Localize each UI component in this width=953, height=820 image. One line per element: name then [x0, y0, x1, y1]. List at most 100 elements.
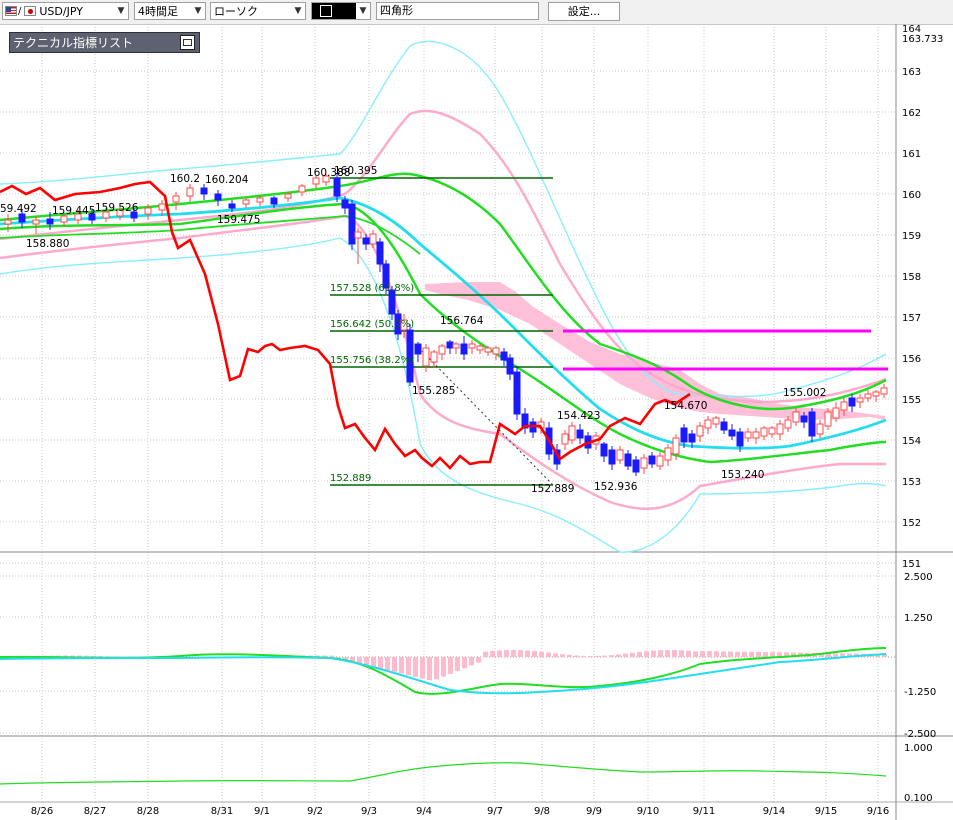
chevron-down-icon[interactable]: ▼	[114, 3, 128, 19]
date-axis: 8/26 8/27 8/28 8/31 9/1 9/2 9/3 9/4 9/7 9/8 9/9 9/1…	[31, 806, 889, 817]
bollinger-upper-outer	[0, 40, 887, 398]
candle-body	[680, 427, 688, 443]
candle-body	[768, 427, 776, 435]
candle-body	[736, 431, 744, 447]
fibonacci-label: 155.756 (38.2%)	[330, 355, 414, 366]
candle-body	[460, 343, 468, 355]
price-annotation: 156.764	[440, 315, 484, 327]
macd-bar	[707, 651, 712, 657]
candle-body	[341, 199, 349, 209]
timeframe-select[interactable]: 4時間足 ▼	[134, 2, 206, 20]
macd-bar	[616, 654, 621, 657]
candle-body	[242, 199, 250, 205]
candle-body	[376, 241, 384, 265]
candle-body	[46, 218, 54, 225]
candle-body	[18, 213, 26, 223]
macd-bar	[532, 651, 537, 657]
macd-bar	[658, 650, 663, 657]
candle-body	[568, 425, 576, 441]
price-annotation: 152.936	[594, 481, 638, 493]
date-tick-label: 9/16	[867, 806, 889, 817]
macd-bar	[735, 651, 740, 657]
candle-body	[624, 453, 632, 467]
candle-body	[468, 343, 476, 349]
timeframe-value: 4時間足	[138, 5, 178, 18]
price-chart[interactable]: 164163.733163162161160159158157156155154…	[0, 24, 953, 820]
macd-bar	[504, 650, 509, 657]
macd-bar	[651, 650, 656, 657]
fibonacci-label: 157.528 (61.8%)	[330, 283, 414, 294]
drawing-shape-field[interactable]: 四角形	[376, 2, 539, 20]
macd-bar	[749, 651, 754, 657]
macd-bar	[770, 652, 775, 657]
us-flag-icon	[5, 6, 17, 16]
candle-body	[872, 391, 880, 397]
candle-body	[648, 455, 656, 465]
price-tick-label: 156	[902, 354, 921, 365]
candle-body	[632, 459, 640, 473]
macd-bar	[581, 655, 586, 657]
candle-body	[616, 449, 624, 461]
macd-bar	[399, 657, 404, 674]
date-tick-label: 8/28	[137, 806, 159, 817]
price-annotation: 159.526	[95, 202, 139, 214]
candle-body	[369, 233, 377, 245]
candle-body	[760, 427, 768, 437]
macd-bar	[455, 657, 460, 671]
macd-tick-label: -2.500	[904, 729, 936, 740]
candle-body	[32, 219, 40, 225]
chevron-down-icon[interactable]: ▼	[356, 3, 370, 19]
candle-body	[816, 423, 824, 435]
macd-bar	[574, 655, 579, 657]
date-tick-label: 9/1	[254, 806, 270, 817]
chevron-down-icon[interactable]: ▼	[191, 3, 205, 19]
candle-body	[656, 455, 664, 467]
price-annotation: 152.889	[531, 483, 574, 495]
macd-bar	[469, 657, 474, 666]
collapse-toggle-icon[interactable]	[180, 35, 195, 50]
price-annotation: 159.475	[217, 214, 260, 226]
rsi-tick-label: 1.000	[904, 743, 933, 754]
candle-body	[864, 393, 872, 399]
macd-bar	[420, 657, 425, 679]
macd-bar	[665, 650, 670, 657]
macd-bar	[567, 654, 572, 657]
date-tick-label: 9/15	[815, 806, 837, 817]
candle-body	[744, 431, 752, 439]
drawing-color-select[interactable]: ▼	[311, 2, 371, 20]
macd-bar	[476, 657, 481, 663]
chart-style-select[interactable]: ローソク ▼	[210, 2, 306, 20]
macd-tick-label: 2.500	[904, 572, 933, 583]
candle-body	[492, 347, 500, 355]
price-annotation: 154.670	[664, 400, 707, 412]
price-annotation: 160.204	[205, 174, 249, 186]
macd-bar	[588, 655, 593, 657]
fibonacci-label: 152.889	[330, 473, 371, 484]
candle-body	[362, 237, 370, 245]
macd-bar	[833, 653, 838, 657]
macd-bar	[630, 652, 635, 657]
candle-body	[354, 231, 362, 239]
currency-pair-select[interactable]: / USD/JPY ▼	[2, 2, 129, 20]
candle-body	[576, 429, 584, 439]
candle-body	[672, 437, 680, 455]
date-tick-label: 9/8	[534, 806, 550, 817]
price-tick-label: 152	[902, 518, 921, 529]
chart-style-value: ローソク	[214, 5, 258, 18]
chevron-down-icon[interactable]: ▼	[291, 3, 305, 19]
macd-bar	[434, 657, 439, 680]
macd-bar	[406, 657, 411, 676]
candle-body	[158, 203, 166, 211]
settings-button[interactable]: 設定...	[548, 2, 620, 21]
macd-bar	[483, 651, 488, 657]
macd-bar	[560, 654, 565, 657]
currency-pair-value: USD/JPY	[39, 4, 83, 18]
technical-indicator-list-panel[interactable]: テクニカル指標リスト	[9, 32, 200, 53]
macd-tick-label: 1.250	[904, 613, 933, 624]
macd-bar	[672, 650, 677, 657]
candle-body	[856, 397, 864, 403]
macd-bar	[686, 650, 691, 657]
candle-body	[561, 433, 569, 445]
indicator-line-green	[0, 762, 887, 785]
date-tick-label: 8/26	[31, 806, 53, 817]
